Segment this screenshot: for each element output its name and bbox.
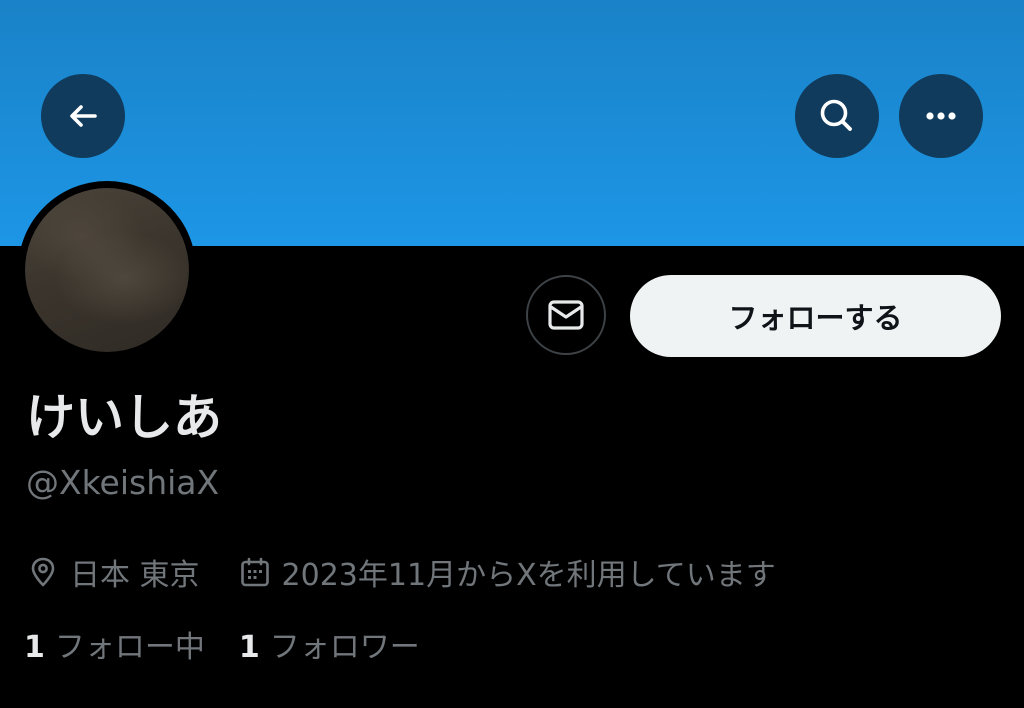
following-count: 1 <box>24 630 45 665</box>
search-icon <box>820 99 852 131</box>
location-text: 日本 東京 <box>70 558 200 593</box>
arrow-left-icon <box>70 105 97 127</box>
search-button[interactable] <box>795 74 879 158</box>
profile-page: フォローする けいしあ @XkeishiaX 日本 東京 2023年11月からX… <box>0 0 1024 708</box>
followers-count: 1 <box>238 630 260 665</box>
following-link[interactable]: 1 フォロー中 <box>24 622 205 666</box>
follow-button[interactable]: フォローする <box>630 275 1001 357</box>
envelope-icon <box>548 300 584 330</box>
follow-stats: 1 フォロー中 1 フォロワー <box>24 622 420 666</box>
joined-info: 2023年11月からXを利用しています <box>238 550 776 594</box>
more-horizontal-icon <box>926 112 956 120</box>
profile-meta: 日本 東京 2023年11月からXを利用しています <box>26 550 776 594</box>
display-name: けいしあ <box>26 389 223 446</box>
avatar-border <box>18 181 196 359</box>
more-button[interactable] <box>899 74 983 158</box>
back-button[interactable] <box>41 74 125 158</box>
avatar[interactable] <box>25 188 189 352</box>
following-label: フォロー中 <box>54 630 205 665</box>
message-button[interactable] <box>526 275 606 355</box>
user-handle: @XkeishiaX <box>26 463 220 502</box>
calendar-icon <box>238 555 272 589</box>
followers-link[interactable]: 1 フォロワー <box>239 622 420 666</box>
location-pin-icon <box>26 555 60 589</box>
location-info: 日本 東京 <box>26 550 200 594</box>
followers-label: フォロワー <box>269 630 420 665</box>
joined-text: 2023年11月からXを利用しています <box>281 558 776 593</box>
